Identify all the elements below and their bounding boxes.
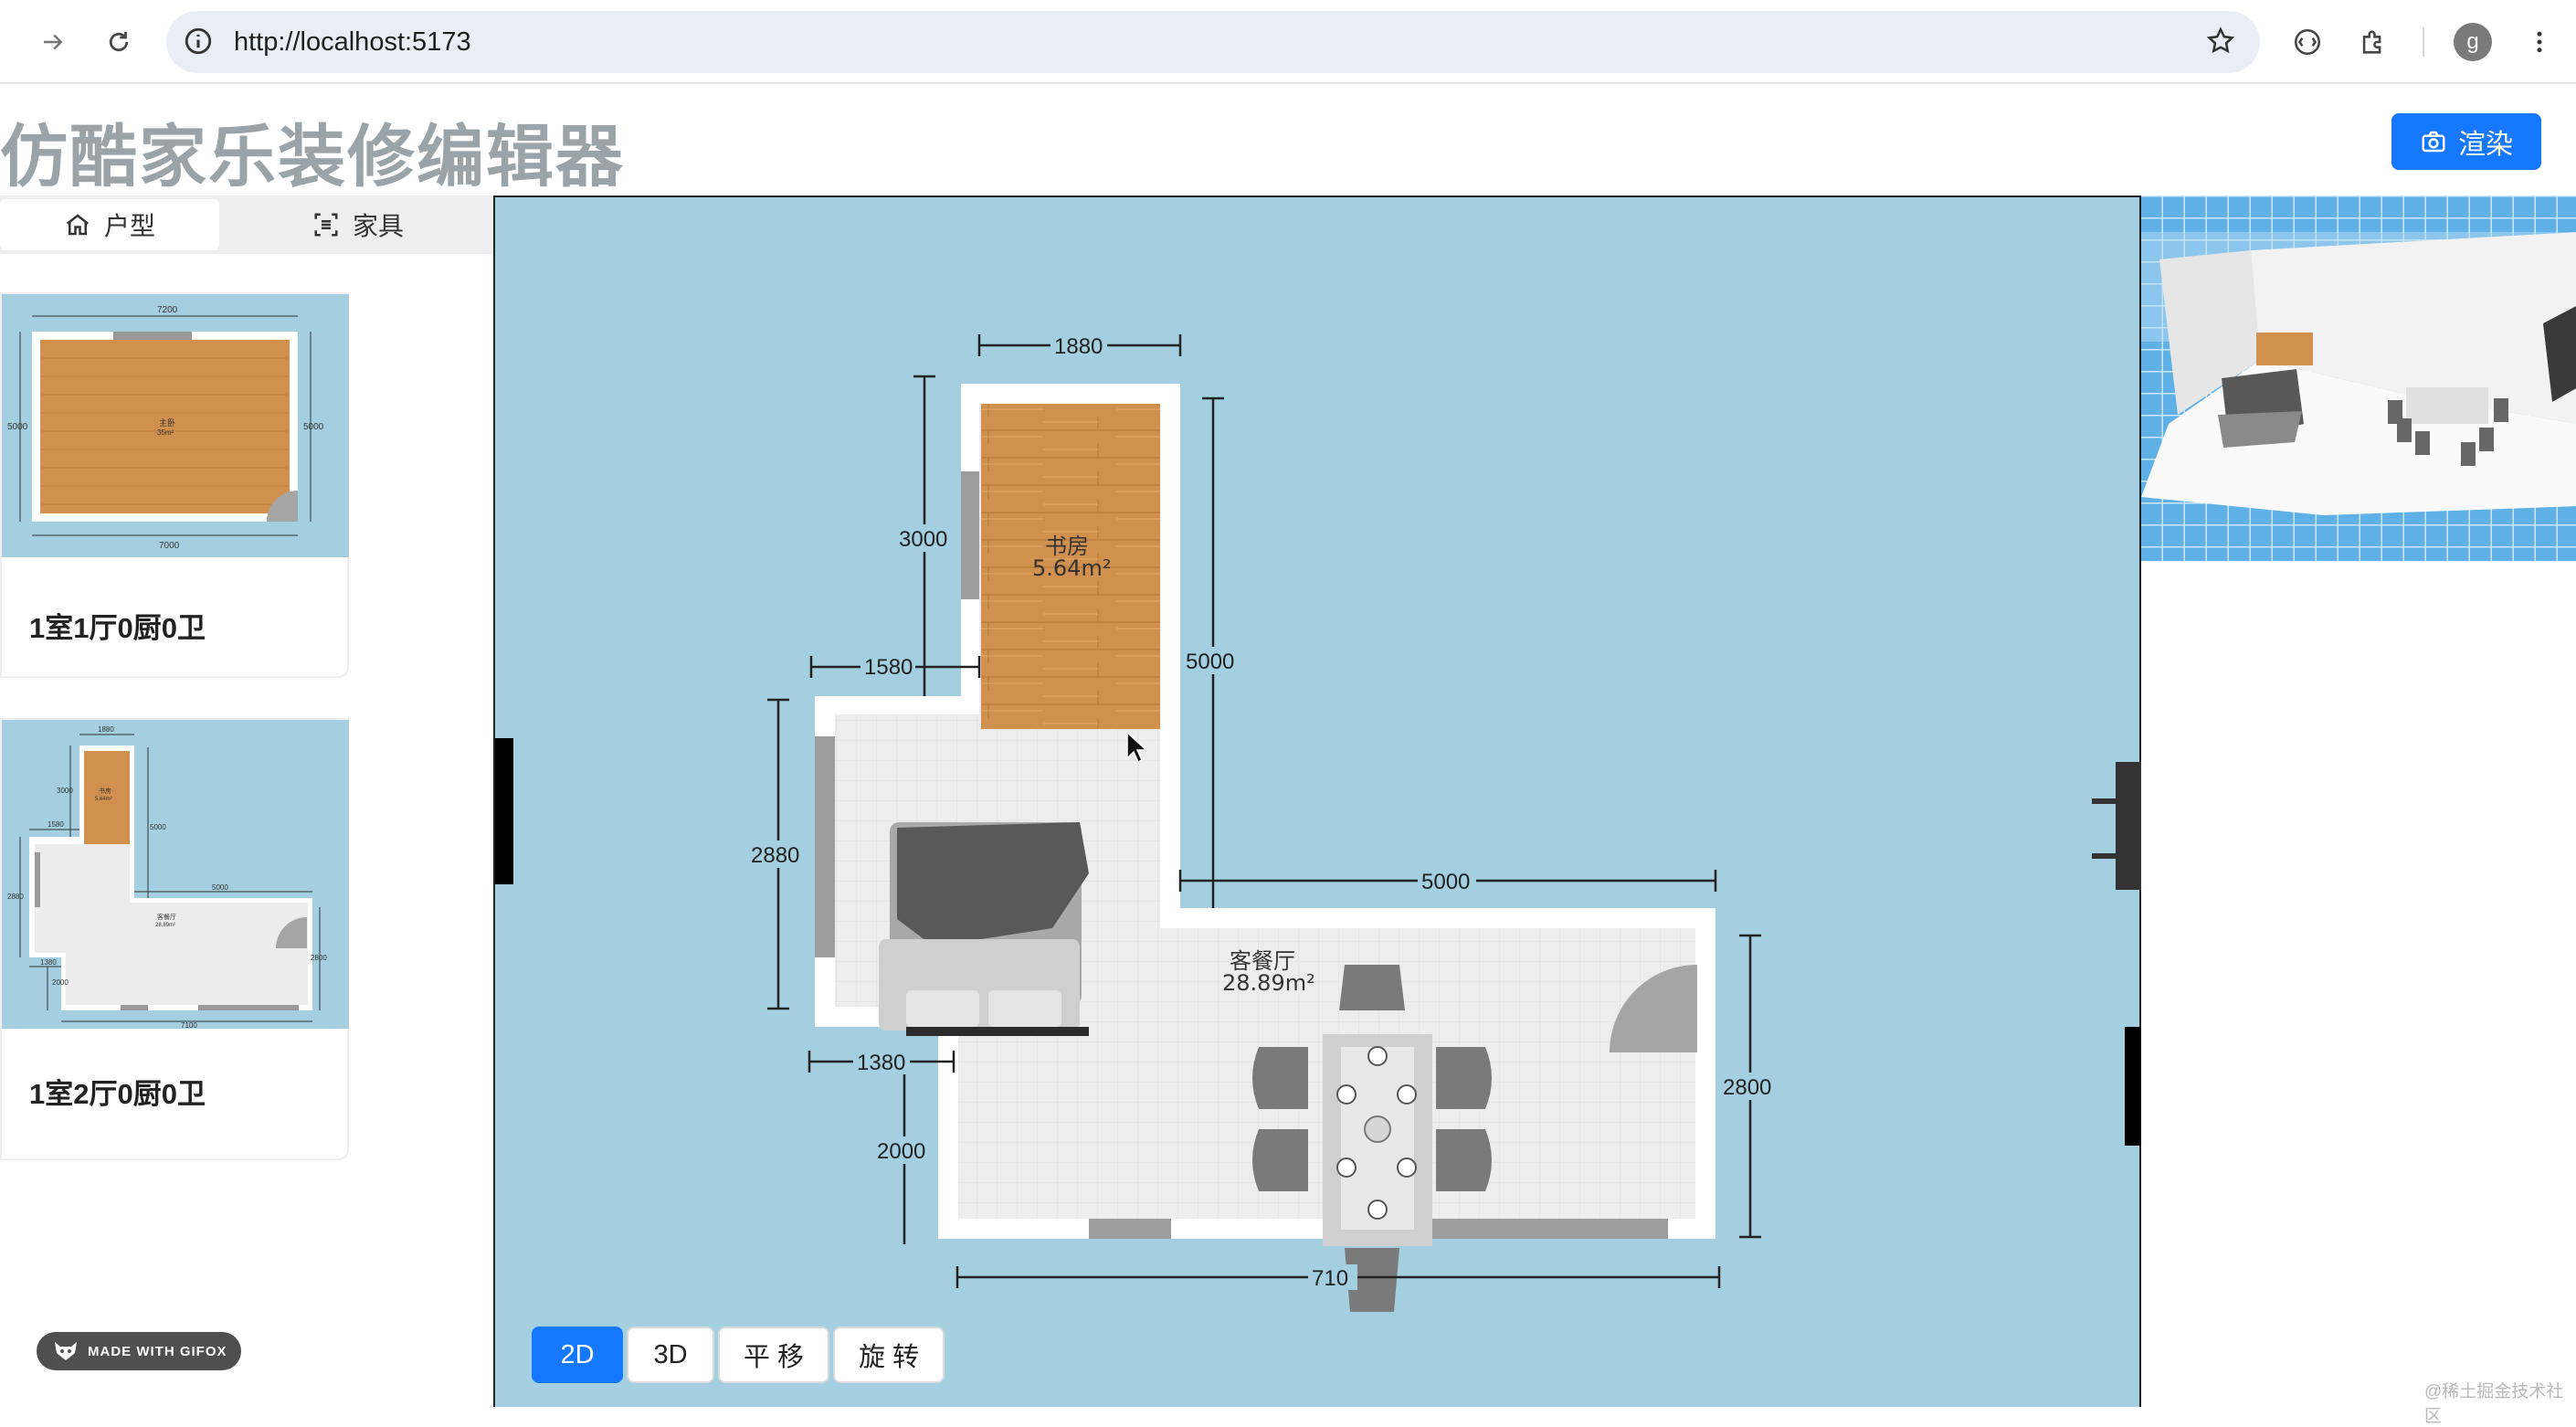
forward-button[interactable]	[31, 20, 75, 64]
bed-furniture[interactable]	[879, 822, 1089, 1036]
app-title: 仿酷家乐装修编辑器	[0, 118, 625, 196]
thumb-dim-label: 5000	[150, 823, 166, 831]
plan-thumbnail: 7200 5000 5000 7000 主卧 35m²	[2, 294, 349, 559]
thumb-dim-label: 5000	[212, 883, 228, 892]
thumb-room-area: 35m²	[157, 428, 174, 437]
plan-thumbnail-drawing: 7200 5000 5000 7000 主卧 35m²	[7, 305, 324, 551]
bookmark-star-icon[interactable]	[2205, 26, 2236, 61]
room-area: 5.64m²	[1032, 555, 1111, 581]
gifox-badge: MADE WITH GIFOX	[37, 1332, 241, 1370]
mode-rotate-button[interactable]: 旋 转	[833, 1327, 945, 1383]
thumb-dim-label: 2800	[311, 954, 327, 962]
window	[1089, 1219, 1171, 1239]
dimension-label: 2000	[877, 1139, 925, 1164]
thumb-dim-label: 1380	[40, 958, 57, 967]
menu-kebab-icon[interactable]	[2518, 20, 2561, 64]
url-text[interactable]: http://localhost:5173	[234, 27, 471, 58]
dimension-label: 1580	[864, 655, 913, 680]
tab-label: 家具	[352, 212, 404, 240]
thumb-dim-label: 3000	[57, 787, 73, 795]
plan-name[interactable]: 1室2厅0厨0卫	[29, 1071, 206, 1112]
thumb-hall-area: 28.89m²	[155, 923, 175, 928]
room-area: 28.89m²	[1222, 970, 1315, 996]
mode-3d-button[interactable]: 3D	[627, 1327, 714, 1383]
panel-tabs: 户型 家具	[0, 196, 493, 254]
site-info-icon[interactable]	[183, 26, 214, 61]
canvas-edge-furniture	[2092, 762, 2141, 1146]
plan-name[interactable]: 1室1厅0厨0卫	[29, 605, 206, 646]
dimension-label: 5000	[1186, 650, 1234, 674]
dimension-label: 5000	[1421, 870, 1470, 894]
reload-button[interactable]	[97, 20, 141, 64]
gifox-label: MADE WITH GIFOX	[88, 1343, 227, 1359]
plan-card[interactable]: 7200 5000 5000 7000 主卧 35m² 1室1厅0厨0卫	[0, 292, 349, 646]
dimension-label: 2880	[751, 843, 799, 868]
canvas-resize-handle[interactable]	[495, 738, 513, 884]
tab-label: 户型	[103, 212, 155, 240]
window	[815, 736, 835, 957]
window	[961, 471, 979, 599]
reload-icon	[109, 31, 129, 52]
floorplan-2d[interactable]: 1880 3000 5000 1580 2880 5000 1380 2800 …	[495, 197, 2139, 1407]
thumb-dim-label: 7200	[157, 305, 178, 315]
thumb-dim-label: 2880	[7, 893, 24, 901]
render-label: 渲染	[2458, 130, 2513, 160]
dimension-label: 1380	[857, 1051, 905, 1075]
mode-pan-button[interactable]: 平 移	[718, 1327, 829, 1383]
furniture-scan-icon	[314, 213, 338, 237]
thumb-room-label: 书房	[99, 787, 111, 795]
render-button[interactable]: 渲染	[2391, 113, 2541, 170]
mode-2d-button[interactable]: 2D	[532, 1327, 623, 1383]
plan-thumbnail-drawing: 1880 3000 5000 1580 2880 5000 1380 2800 …	[7, 725, 327, 1030]
thumb-dim-label: 1880	[98, 725, 114, 734]
thumb-dim-label: 1580	[48, 820, 64, 829]
thumb-dim-label: 2000	[52, 978, 69, 987]
view-mode-switcher: 2D 3D 平 移 旋 转	[532, 1327, 945, 1383]
dimension-label: 3000	[899, 527, 947, 552]
thumb-dim-label: 5000	[7, 422, 28, 432]
toolbar-divider	[2423, 27, 2424, 57]
site-watermark: @稀土掘金技术社区	[2424, 1382, 2564, 1426]
thumb-room-label: 主卧	[159, 418, 175, 428]
extension-icon[interactable]	[2286, 20, 2329, 64]
left-panel: 户型 家具 7200 5000 5000 7000 主卧 35m² 1室1厅0厨…	[0, 196, 495, 1407]
thumb-room-area: 5.64m²	[95, 797, 112, 802]
right-panel	[2092, 196, 2576, 1407]
arrow-right-icon	[44, 34, 63, 50]
gifox-fox-icon	[55, 1342, 77, 1360]
window	[1409, 1219, 1668, 1239]
dimension-label: 1880	[1054, 334, 1103, 359]
puzzle-icon[interactable]	[2351, 20, 2395, 64]
dimension-label: 2800	[1723, 1075, 1771, 1100]
thumb-dim-label: 5000	[303, 422, 324, 432]
profile-avatar[interactable]: g	[2454, 23, 2492, 61]
preview-3d[interactable]	[2141, 196, 2576, 561]
browser-toolbar: http://localhost:5173 g	[0, 0, 2576, 84]
thumb-dim-label: 7000	[159, 541, 180, 551]
tab-floorplan[interactable]: 户型	[0, 199, 219, 250]
address-bar[interactable]: http://localhost:5173	[166, 11, 2260, 73]
tab-furniture[interactable]: 家具	[223, 199, 493, 250]
dimension-label: 710	[1312, 1266, 1348, 1291]
editor-canvas[interactable]: 1880 3000 5000 1580 2880 5000 1380 2800 …	[495, 196, 2139, 1407]
thumb-hall-label: 客餐厅	[157, 913, 176, 921]
camera-icon	[2422, 131, 2445, 153]
plan-card[interactable]: 1880 3000 5000 1580 2880 5000 1380 2800 …	[0, 718, 349, 1031]
plan-thumbnail: 1880 3000 5000 1580 2880 5000 1380 2800 …	[2, 720, 349, 1031]
home-icon	[66, 214, 90, 236]
